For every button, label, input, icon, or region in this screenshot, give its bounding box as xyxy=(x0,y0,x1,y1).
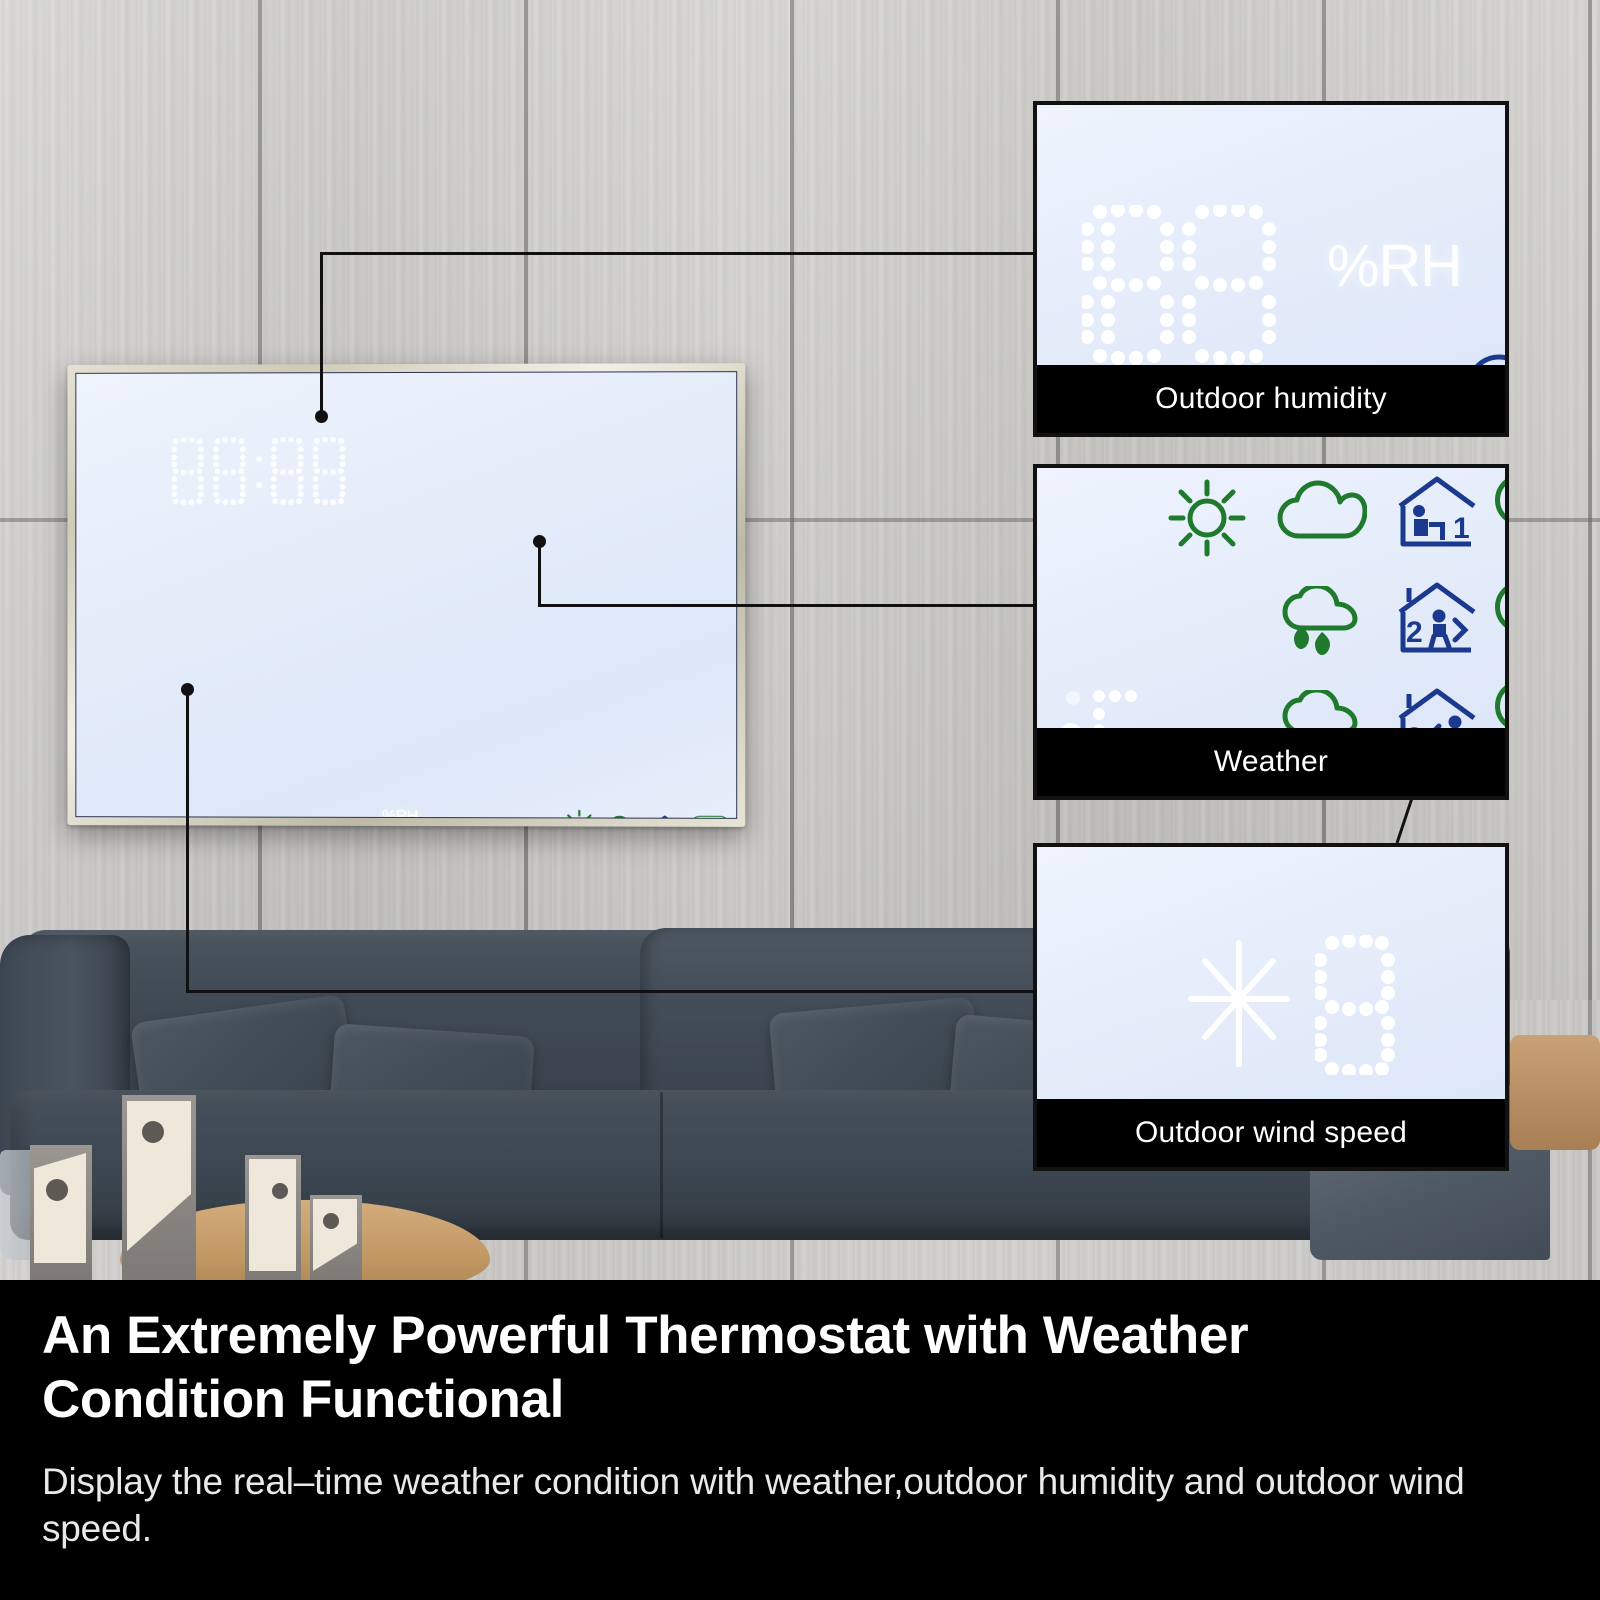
callout-connector-humidity xyxy=(320,252,323,417)
humidity-unit-label: %RH xyxy=(382,807,418,819)
period-1-wake-icon: 1 xyxy=(648,814,682,819)
callout-label-wind-speed: Outdoor wind speed xyxy=(1037,1099,1505,1167)
headline: An Extremely Powerful Thermostat with We… xyxy=(42,1306,1249,1429)
sun-icon xyxy=(562,809,596,818)
callout-connector-humidity-h xyxy=(320,252,1035,255)
callout-connector-wind-v xyxy=(186,690,189,993)
windmill-icon-zoomed xyxy=(1188,940,1290,1067)
thermostat-device[interactable]: %RH xyxy=(67,363,746,827)
side-stool xyxy=(1510,1035,1600,1150)
wood-sculpture xyxy=(245,1155,301,1280)
svg-text:2: 2 xyxy=(1406,616,1423,649)
cloud-icon xyxy=(600,816,644,819)
callout-label-weather: Weather xyxy=(1037,728,1505,796)
humidity-value-display xyxy=(1080,203,1312,385)
callout-anchor-wind xyxy=(181,683,194,696)
subcopy: Display the real–time weather condition … xyxy=(42,1461,1465,1550)
humidity-unit-zoomed: %RH xyxy=(1327,233,1463,299)
day-pill-partial-t[interactable]: T xyxy=(1495,581,1505,633)
room-scene: %RH %RH Outdoor humidity 1 2 Weather Out… xyxy=(0,0,1600,1280)
wood-sculpture xyxy=(122,1095,196,1280)
day-pill-partial-m[interactable]: M xyxy=(1495,474,1505,526)
period-1-wake-icon-zoomed: 1 xyxy=(1398,476,1476,547)
period-2-leave-icon-zoomed: 2 xyxy=(1398,582,1476,653)
marketing-copy-block: An Extremely Powerful Thermostat with We… xyxy=(0,1280,1600,1600)
day-pill-partial-w[interactable]: W xyxy=(1495,680,1505,732)
rain-cloud-icon-zoomed xyxy=(1282,586,1358,655)
thermostat-lcd-display: %RH xyxy=(75,371,738,819)
sun-icon-zoomed xyxy=(1168,479,1246,557)
sofa-seat-divider xyxy=(660,1092,663,1238)
callout-connector-weather-v xyxy=(538,540,541,607)
svg-text:1: 1 xyxy=(1453,512,1470,545)
wind-speed-value-display xyxy=(1315,935,1395,1075)
wood-sculpture xyxy=(30,1145,92,1280)
callout-outdoor-humidity: %RH Outdoor humidity xyxy=(1033,101,1509,437)
callout-connector-weather-h xyxy=(538,604,1035,607)
day-pill-mon[interactable]: MON xyxy=(689,815,731,819)
cloud-icon-zoomed xyxy=(1277,480,1367,539)
clock-display xyxy=(171,436,371,510)
callout-anchor-weather xyxy=(533,535,546,548)
callout-connector-wind-h xyxy=(186,990,1035,993)
callout-anchor-humidity xyxy=(315,410,328,423)
wood-sculpture xyxy=(310,1195,362,1280)
product-marketing-image: %RH %RH Outdoor humidity 1 2 Weather Out… xyxy=(0,0,1600,1600)
callout-label-humidity: Outdoor humidity xyxy=(1037,365,1505,433)
callout-weather: 1 2 3 xyxy=(1033,464,1509,800)
callout-outdoor-wind-speed: Outdoor wind speed xyxy=(1033,843,1509,1171)
